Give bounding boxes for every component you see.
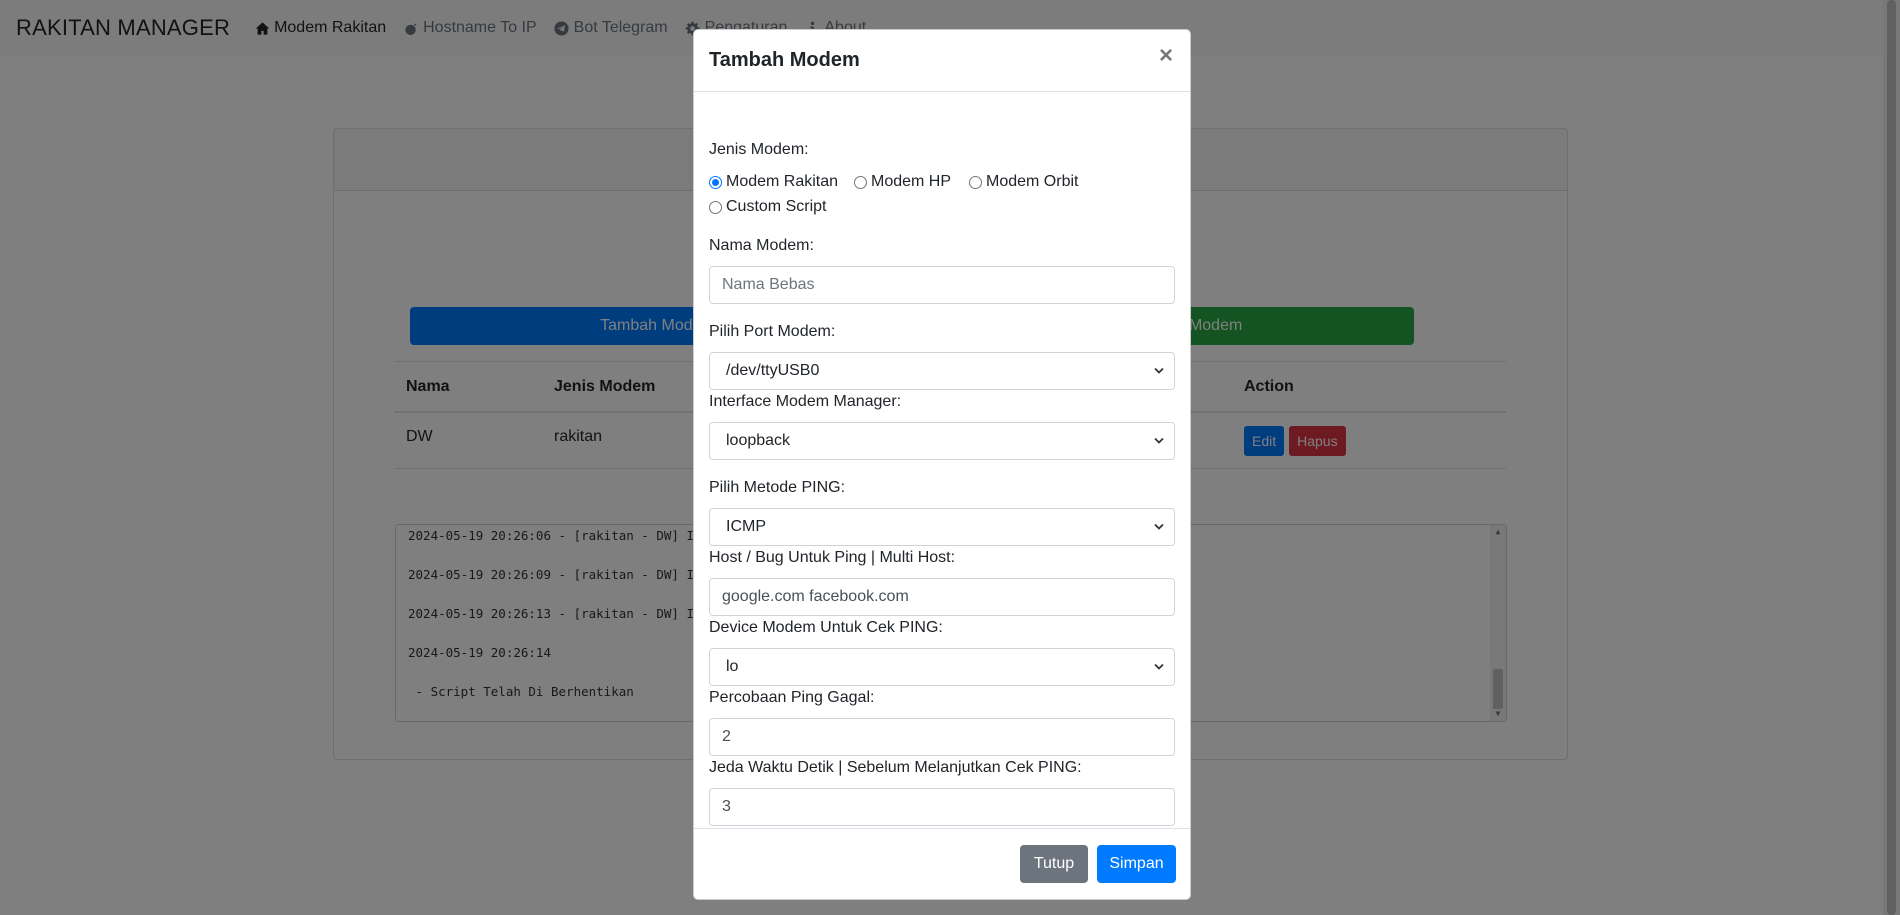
host-label: Host / Bug Untuk Ping | Multi Host: xyxy=(709,549,956,566)
close-icon[interactable]: × xyxy=(1159,44,1173,68)
radio-checked-icon xyxy=(709,175,722,189)
host-input[interactable]: google.com facebook.com xyxy=(709,578,1175,616)
device-label: Device Modem Untuk Cek PING: xyxy=(709,619,943,636)
interface-label: Interface Modem Manager: xyxy=(709,393,902,410)
modal-title: Tambah Modem xyxy=(709,49,860,71)
delay-value: 3 xyxy=(722,798,731,815)
ping-method-select[interactable]: ICMP xyxy=(709,508,1175,546)
radio-unchecked-icon xyxy=(969,175,982,189)
chevron-down-icon xyxy=(1154,437,1164,444)
interface-select[interactable]: loopback xyxy=(709,422,1175,460)
radio-label: Modem Orbit xyxy=(986,173,1079,190)
radio-modem-orbit[interactable]: Modem Orbit xyxy=(969,173,1078,191)
port-modem-select[interactable]: /dev/ttyUSB0 xyxy=(709,352,1175,390)
save-button[interactable]: Simpan xyxy=(1097,845,1176,883)
radio-label: Modem HP xyxy=(871,173,952,190)
chevron-down-icon xyxy=(1154,523,1164,530)
interface-value: loopback xyxy=(726,432,791,449)
nama-modem-placeholder: Nama Bebas xyxy=(722,276,815,293)
close-button[interactable]: Tutup xyxy=(1020,845,1088,883)
host-value: google.com facebook.com xyxy=(722,588,909,605)
nama-modem-input[interactable]: Nama Bebas xyxy=(709,266,1175,304)
modal-header: Tambah Modem × xyxy=(694,30,1190,92)
radio-unchecked-icon xyxy=(854,175,867,189)
port-modem-label: Pilih Port Modem: xyxy=(709,323,836,340)
ping-method-value: ICMP xyxy=(726,518,766,535)
modal-footer: Tutup Simpan xyxy=(694,828,1190,899)
fail-count-input[interactable]: 2 xyxy=(709,718,1175,756)
radio-modem-rakitan[interactable]: Modem Rakitan xyxy=(709,173,838,191)
port-modem-value: /dev/ttyUSB0 xyxy=(726,362,820,379)
chevron-down-icon xyxy=(1154,663,1164,670)
jenis-modem-label: Jenis Modem: xyxy=(709,141,809,158)
device-value: lo xyxy=(726,658,739,675)
nama-modem-label: Nama Modem: xyxy=(709,237,814,254)
radio-unchecked-icon xyxy=(709,200,722,214)
fail-count-value: 2 xyxy=(722,728,731,745)
radio-label: Modem Rakitan xyxy=(726,173,839,190)
add-modem-modal: Tambah Modem × Jenis Modem: Modem Rakita… xyxy=(693,29,1191,900)
delay-label: Jeda Waktu Detik | Sebelum Melanjutkan C… xyxy=(709,759,1082,776)
fail-count-label: Percobaan Ping Gagal: xyxy=(709,689,875,706)
radio-custom-script[interactable]: Custom Script xyxy=(709,198,826,216)
radio-label: Custom Script xyxy=(726,198,827,215)
device-select[interactable]: lo xyxy=(709,648,1175,686)
chevron-down-icon xyxy=(1154,367,1164,374)
ping-method-label: Pilih Metode PING: xyxy=(709,479,846,496)
radio-modem-hp[interactable]: Modem HP xyxy=(854,173,951,191)
delay-input[interactable]: 3 xyxy=(709,788,1175,826)
